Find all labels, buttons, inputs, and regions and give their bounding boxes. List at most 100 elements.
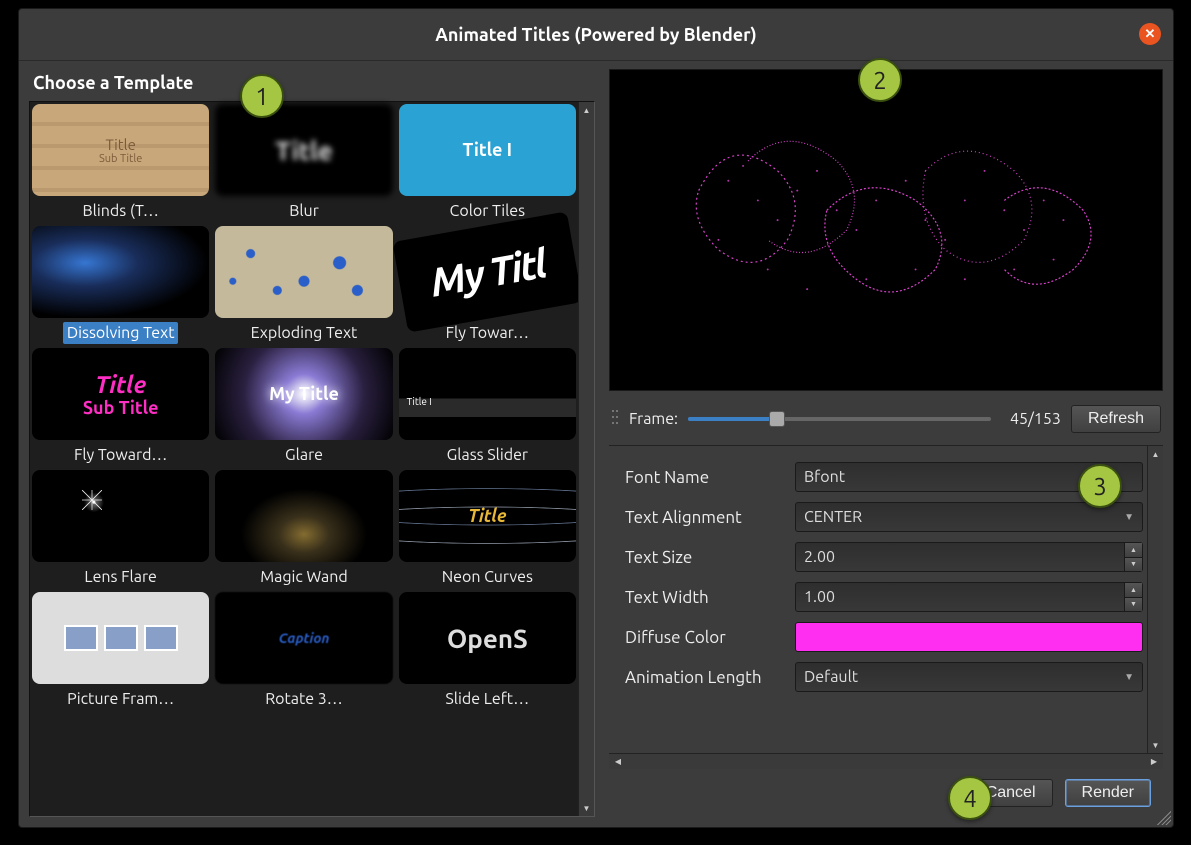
template-blur[interactable]: Title Blur bbox=[215, 104, 392, 222]
prop-label: Animation Length bbox=[625, 668, 795, 687]
template-glass-slider[interactable]: Title I Glass Slider bbox=[399, 348, 576, 466]
template-blinds[interactable]: Title Sub Title Blinds (T… bbox=[32, 104, 209, 222]
template-label: Glare bbox=[281, 444, 327, 466]
prop-animation-length: Animation Length Default bbox=[625, 662, 1143, 692]
template-label: Glass Slider bbox=[443, 444, 532, 466]
template-thumb: Title I bbox=[399, 348, 576, 440]
template-fly-toward-1[interactable]: My Titl Fly Towar… bbox=[399, 226, 576, 344]
template-label: Blinds (T… bbox=[78, 200, 162, 222]
prop-label: Font Name bbox=[625, 468, 795, 487]
scroll-right-icon[interactable]: ▶ bbox=[1147, 757, 1161, 766]
template-grid: Title Sub Title Blinds (T… Title Blur bbox=[30, 102, 578, 816]
spinner-down-icon[interactable]: ▼ bbox=[1125, 558, 1142, 572]
text-size-spinner[interactable]: 2.00 ▲ ▼ bbox=[795, 542, 1143, 572]
template-thumb: Title Sub Title bbox=[32, 348, 209, 440]
animation-length-select[interactable]: Default bbox=[795, 662, 1143, 692]
scroll-down-icon[interactable]: ▼ bbox=[1148, 737, 1163, 753]
template-dissolving-text[interactable]: Dissolving Text bbox=[32, 226, 209, 344]
template-label: Neon Curves bbox=[438, 566, 537, 588]
template-label: Lens Flare bbox=[80, 566, 160, 588]
template-thumb: OpenS bbox=[399, 592, 576, 684]
template-thumb bbox=[32, 470, 209, 562]
scroll-up-icon[interactable]: ▲ bbox=[579, 102, 594, 118]
template-thumb bbox=[215, 470, 392, 562]
template-label: Picture Fram… bbox=[63, 688, 178, 710]
callout-4: 4 bbox=[948, 776, 992, 820]
template-rotate-3[interactable]: Caption Rotate 3… bbox=[215, 592, 392, 710]
frame-slider[interactable] bbox=[688, 409, 991, 429]
preview-particles-icon bbox=[610, 70, 1162, 390]
spinner-down-icon[interactable]: ▼ bbox=[1125, 598, 1142, 612]
template-label: Rotate 3… bbox=[261, 688, 347, 710]
properties-scrollbar-v[interactable]: ▲ ▼ bbox=[1147, 446, 1163, 753]
template-thumb: Title Sub Title bbox=[32, 104, 209, 196]
refresh-button[interactable]: Refresh bbox=[1071, 405, 1161, 433]
prop-diffuse-color: Diffuse Color bbox=[625, 622, 1143, 652]
callout-2: 2 bbox=[858, 58, 902, 102]
template-magic-wand[interactable]: Magic Wand bbox=[215, 470, 392, 588]
template-thumb: Caption bbox=[215, 592, 392, 684]
spinner-up-icon[interactable]: ▲ bbox=[1125, 583, 1142, 598]
preview-viewport bbox=[609, 69, 1163, 391]
template-exploding-text[interactable]: Exploding Text bbox=[215, 226, 392, 344]
prop-text-size: Text Size 2.00 ▲ ▼ bbox=[625, 542, 1143, 572]
template-pane: Choose a Template Title Sub Title Blinds… bbox=[29, 69, 595, 817]
template-label: Color Tiles bbox=[446, 200, 530, 222]
dialog-footer: Cancel Render bbox=[609, 769, 1163, 817]
prop-text-alignment: Text Alignment CENTER bbox=[625, 502, 1143, 532]
frame-counter: 45/153 bbox=[1001, 410, 1061, 428]
template-thumb: Title bbox=[399, 470, 576, 562]
spinner-buttons[interactable]: ▲ ▼ bbox=[1124, 543, 1142, 571]
template-lens-flare[interactable]: Lens Flare bbox=[32, 470, 209, 588]
properties-scrollbar-h[interactable]: ◀ ▶ bbox=[609, 753, 1163, 769]
template-thumb: My Title bbox=[215, 348, 392, 440]
text-width-spinner[interactable]: 1.00 ▲ ▼ bbox=[795, 582, 1143, 612]
scroll-left-icon[interactable]: ◀ bbox=[611, 757, 625, 766]
resize-grip-icon[interactable] bbox=[1157, 811, 1171, 825]
prop-font-name: Font Name Bfont bbox=[625, 462, 1143, 492]
template-slide-left[interactable]: OpenS Slide Left… bbox=[399, 592, 576, 710]
template-glare[interactable]: My Title Glare bbox=[215, 348, 392, 466]
render-button[interactable]: Render bbox=[1065, 779, 1151, 807]
template-label: Fly Towar… bbox=[442, 322, 533, 344]
template-label: Slide Left… bbox=[441, 688, 533, 710]
close-icon: ✕ bbox=[1145, 27, 1156, 42]
scroll-up-icon[interactable]: ▲ bbox=[1148, 446, 1163, 462]
dialog-body: Choose a Template Title Sub Title Blinds… bbox=[19, 61, 1173, 827]
dialog-titlebar: Animated Titles (Powered by Blender) ✕ bbox=[19, 9, 1173, 61]
text-alignment-select[interactable]: CENTER bbox=[795, 502, 1143, 532]
prop-text-width: Text Width 1.00 ▲ ▼ bbox=[625, 582, 1143, 612]
template-thumb: My Titl bbox=[392, 211, 583, 332]
template-label: Exploding Text bbox=[247, 322, 362, 344]
callout-3: 3 bbox=[1078, 464, 1122, 508]
template-thumb: Title I bbox=[399, 104, 576, 196]
spinner-buttons[interactable]: ▲ ▼ bbox=[1124, 583, 1142, 611]
template-scrollbar[interactable]: ▲ ▼ bbox=[578, 102, 594, 816]
prop-label: Text Width bbox=[625, 588, 795, 607]
template-label: Dissolving Text bbox=[63, 322, 179, 344]
prop-label: Text Size bbox=[625, 548, 795, 567]
preview-pane: Frame: 45/153 Refresh Font Name bbox=[609, 69, 1163, 817]
template-neon-curves[interactable]: Title Neon Curves bbox=[399, 470, 576, 588]
template-picture-frames[interactable]: Picture Fram… bbox=[32, 592, 209, 710]
template-thumb bbox=[215, 226, 392, 318]
template-color-tiles[interactable]: Title I Color Tiles bbox=[399, 104, 576, 222]
template-label: Magic Wand bbox=[256, 566, 352, 588]
spinner-up-icon[interactable]: ▲ bbox=[1125, 543, 1142, 558]
choose-template-heading: Choose a Template bbox=[33, 73, 595, 93]
animated-titles-dialog: Animated Titles (Powered by Blender) ✕ C… bbox=[18, 8, 1174, 828]
scroll-down-icon[interactable]: ▼ bbox=[579, 800, 594, 816]
prop-label: Text Alignment bbox=[625, 508, 795, 527]
template-scroll-area: Title Sub Title Blinds (T… Title Blur bbox=[29, 101, 595, 817]
template-label: Fly Toward… bbox=[70, 444, 171, 466]
template-thumb bbox=[32, 226, 209, 318]
grip-icon[interactable] bbox=[611, 407, 619, 431]
diffuse-color-picker[interactable] bbox=[795, 622, 1143, 652]
frame-label: Frame: bbox=[629, 410, 678, 428]
dialog-title: Animated Titles (Powered by Blender) bbox=[435, 25, 756, 45]
template-thumb bbox=[32, 592, 209, 684]
close-button[interactable]: ✕ bbox=[1139, 23, 1161, 45]
template-fly-toward-2[interactable]: Title Sub Title Fly Toward… bbox=[32, 348, 209, 466]
template-label: Blur bbox=[285, 200, 323, 222]
callout-1: 1 bbox=[240, 74, 284, 118]
